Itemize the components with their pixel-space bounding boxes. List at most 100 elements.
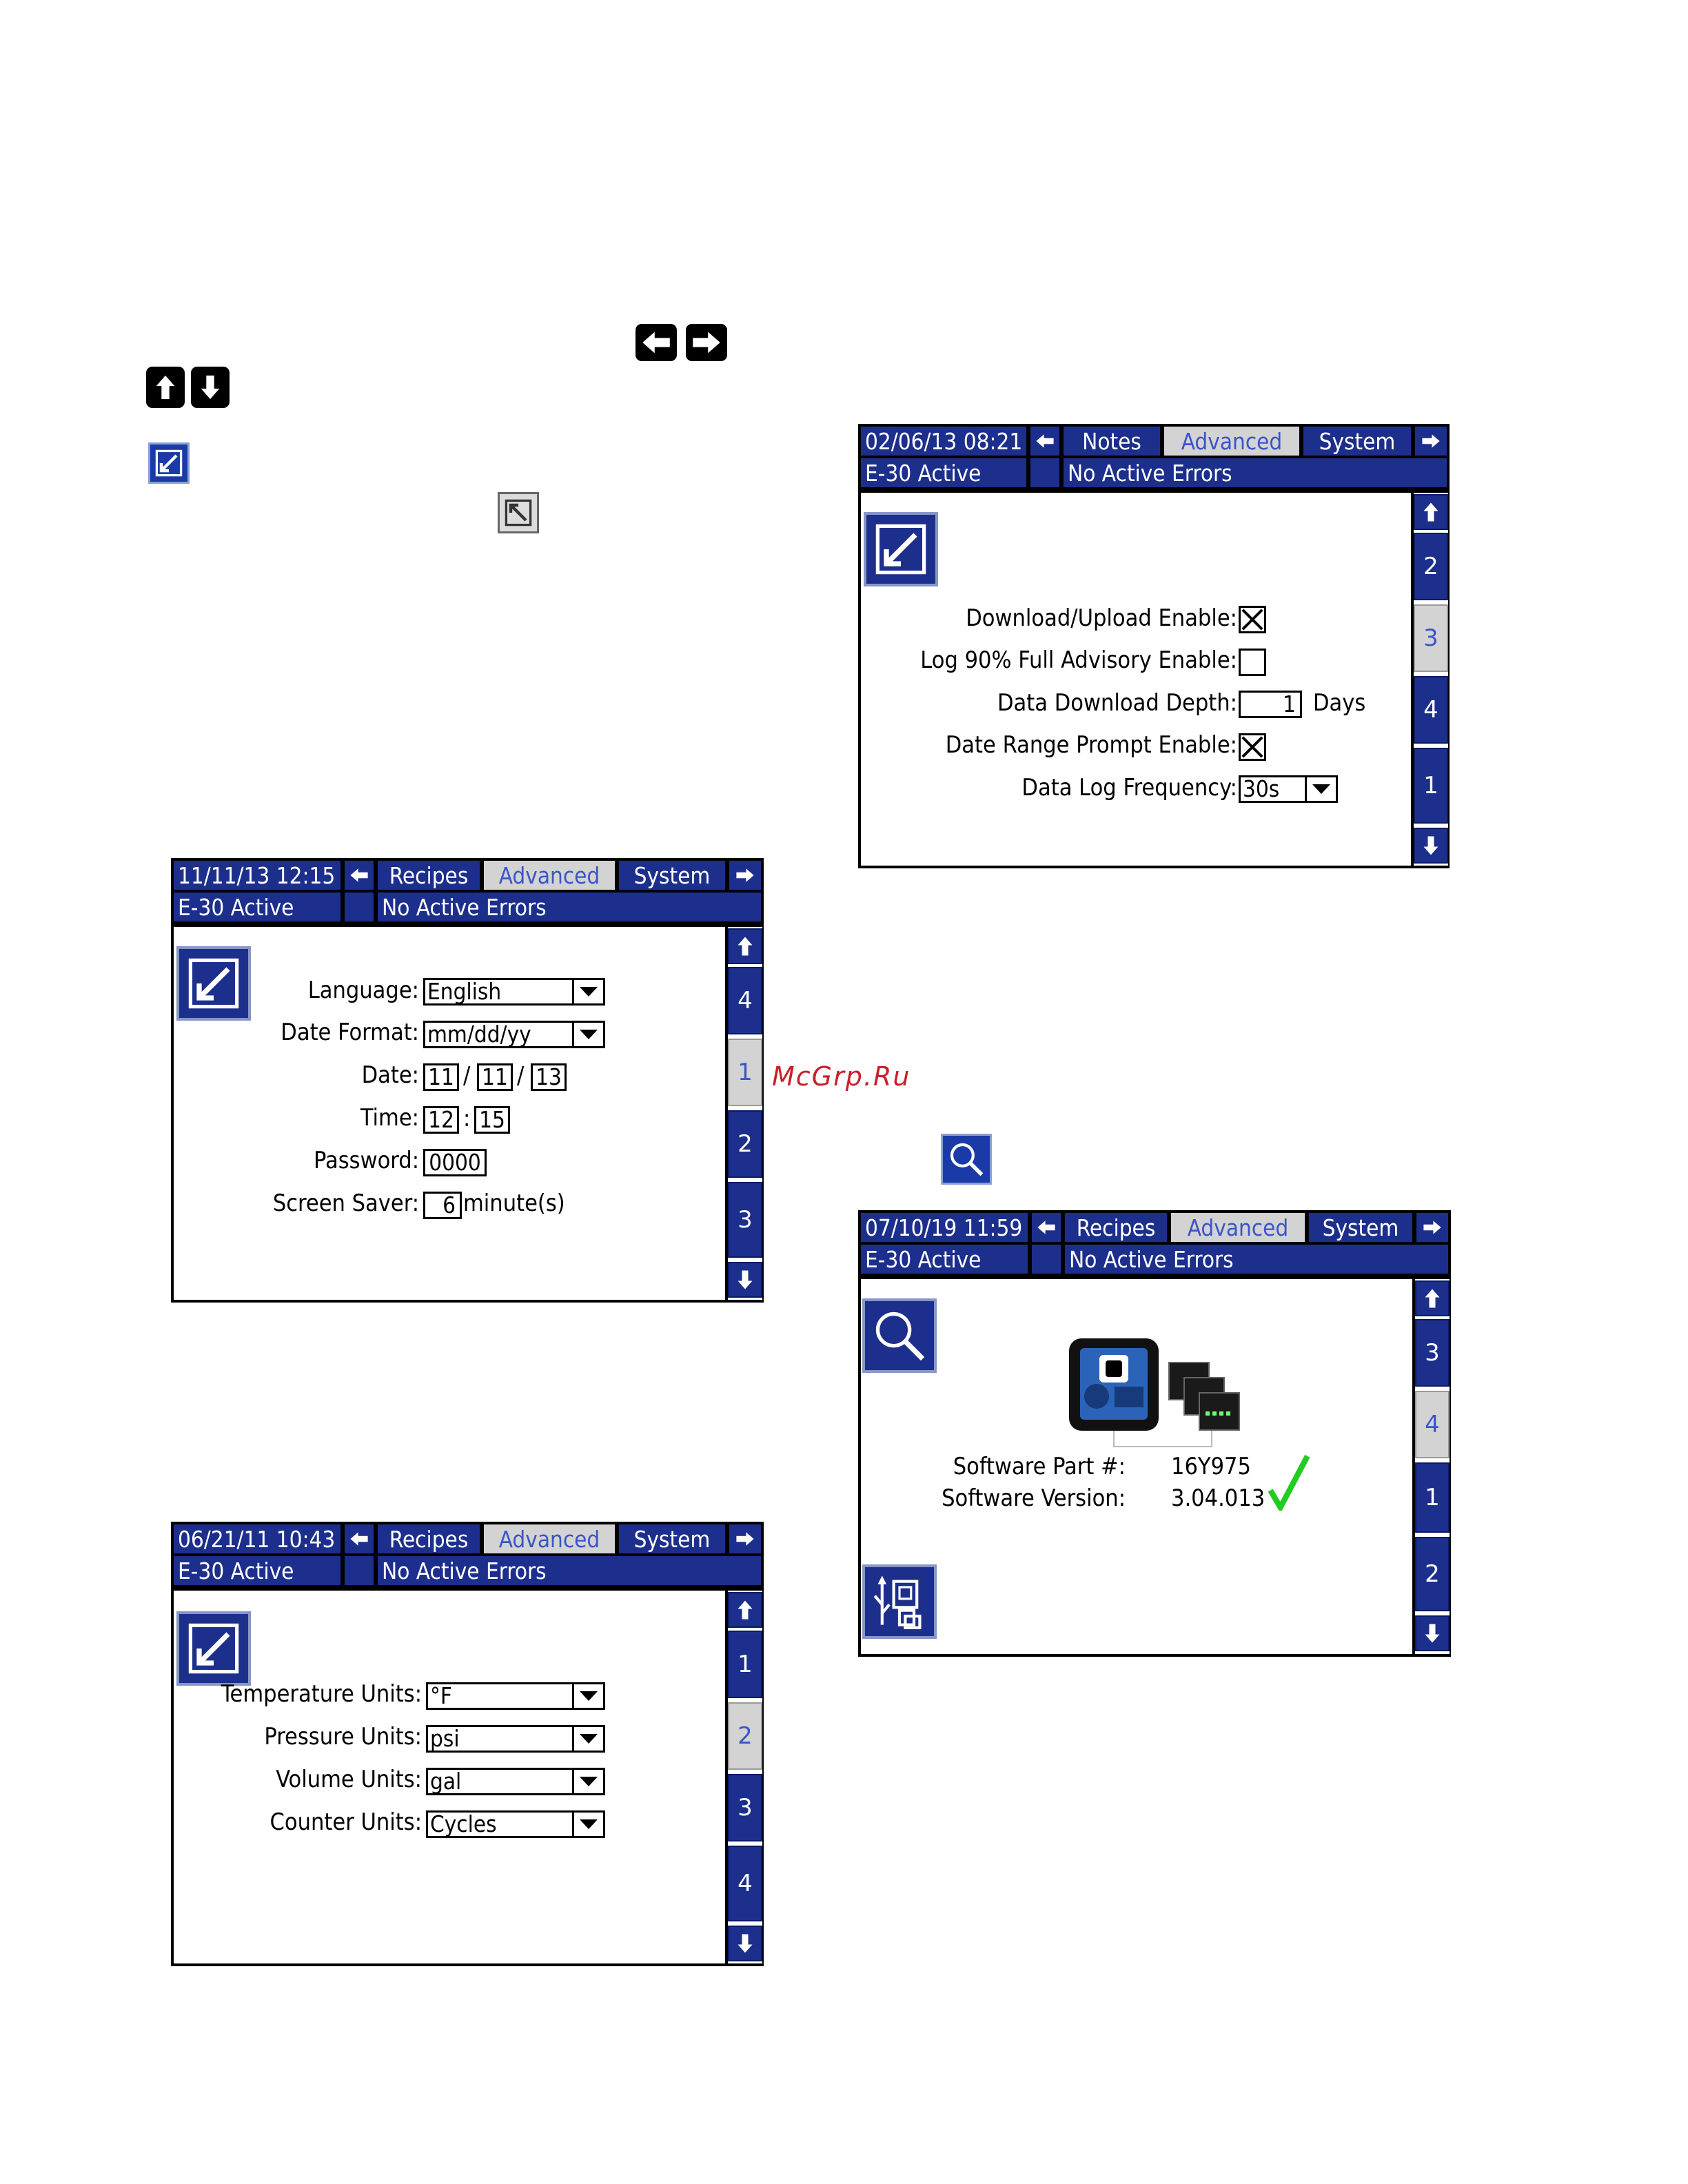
page-tab[interactable]: 4 xyxy=(728,1846,762,1921)
down-arrow-key-icon xyxy=(191,367,230,408)
page-tab[interactable]: 3 xyxy=(1415,1319,1450,1387)
edit-screen-icon[interactable] xyxy=(176,1611,251,1686)
tab-notes[interactable]: Notes xyxy=(1064,427,1160,456)
date-day-input[interactable]: 11 xyxy=(477,1063,513,1091)
page-up-arrow-icon[interactable] xyxy=(728,1592,762,1628)
header-datetime: 06/21/11 10:43 xyxy=(174,1524,340,1553)
page-up-arrow-icon[interactable] xyxy=(728,928,762,964)
status-errors: No Active Errors xyxy=(1065,1245,1448,1274)
date-year-input[interactable]: 13 xyxy=(531,1063,567,1091)
header-datetime: 11/11/13 12:15 xyxy=(174,861,340,890)
page-up-arrow-icon[interactable] xyxy=(1415,1280,1450,1316)
tab-recipes[interactable]: Recipes xyxy=(378,1524,480,1553)
download-upload-checkbox[interactable] xyxy=(1239,606,1266,633)
tab-system[interactable]: System xyxy=(619,861,725,890)
depth-input[interactable]: 1 xyxy=(1239,691,1302,718)
tab-left-arrow-icon[interactable] xyxy=(345,1524,374,1553)
page-tab[interactable]: 2 xyxy=(1414,533,1448,600)
chevron-down-icon xyxy=(1305,777,1336,801)
tab-advanced[interactable]: Advanced xyxy=(1171,1213,1305,1242)
page-down-arrow-icon[interactable] xyxy=(1415,1615,1450,1651)
software-version-value: 3.04.013 xyxy=(1171,1484,1265,1512)
temperature-units-select[interactable]: °F xyxy=(426,1682,605,1710)
time-hour-input[interactable]: 12 xyxy=(423,1106,459,1134)
depth-unit: Days xyxy=(1313,689,1366,717)
pressure-units-select[interactable]: psi xyxy=(426,1725,605,1753)
tab-system[interactable]: System xyxy=(1309,1213,1412,1242)
volume-units-value: gal xyxy=(430,1768,462,1795)
page-down-arrow-icon[interactable] xyxy=(728,1926,762,1961)
checkmark-icon xyxy=(1268,1454,1310,1511)
password-input[interactable]: 0000 xyxy=(423,1149,487,1176)
screensaver-input[interactable]: 6 xyxy=(423,1192,462,1219)
date-month-input[interactable]: 11 xyxy=(423,1063,459,1091)
screen-body xyxy=(861,493,1411,866)
module-connector xyxy=(1113,1431,1212,1447)
chevron-down-icon xyxy=(572,1023,603,1046)
page-tab[interactable]: 4 xyxy=(1414,676,1448,744)
edit-screen-icon[interactable] xyxy=(176,946,251,1021)
page-up-arrow-icon[interactable] xyxy=(1414,494,1448,530)
page-tab[interactable]: 1 xyxy=(1415,1462,1450,1533)
tab-recipes[interactable]: Recipes xyxy=(378,861,480,890)
chevron-down-icon xyxy=(572,1727,603,1751)
chevron-down-icon xyxy=(572,980,603,1003)
tab-advanced[interactable]: Advanced xyxy=(484,861,615,890)
status-blank xyxy=(345,892,374,921)
tab-right-arrow-icon[interactable] xyxy=(729,1524,761,1553)
pressure-units-label: Pressure Units: xyxy=(264,1723,422,1751)
volume-units-label: Volume Units: xyxy=(276,1766,422,1793)
tab-left-arrow-icon[interactable] xyxy=(1030,427,1059,456)
status-errors: No Active Errors xyxy=(378,1556,761,1585)
tab-system[interactable]: System xyxy=(619,1524,725,1553)
exit-edit-icon xyxy=(498,492,539,533)
depth-label: Data Download Depth: xyxy=(997,689,1237,717)
tab-right-arrow-icon[interactable] xyxy=(729,861,761,890)
tab-right-arrow-icon[interactable] xyxy=(1415,427,1447,456)
tab-advanced[interactable]: Advanced xyxy=(1164,427,1299,456)
counter-units-select[interactable]: Cycles xyxy=(426,1810,605,1838)
chevron-down-icon xyxy=(572,1684,603,1708)
tab-recipes[interactable]: Recipes xyxy=(1065,1213,1167,1242)
temperature-units-value: °F xyxy=(430,1682,452,1709)
usb-icon[interactable] xyxy=(862,1564,937,1639)
date-format-label: Date Format: xyxy=(281,1019,419,1046)
page-tab[interactable]: 3 xyxy=(728,1774,762,1841)
range-prompt-checkbox[interactable] xyxy=(1239,733,1266,761)
status-errors: No Active Errors xyxy=(1064,458,1447,487)
chevron-down-icon xyxy=(572,1813,603,1836)
page-tab-selected[interactable]: 3 xyxy=(1414,604,1448,672)
log-freq-select[interactable]: 30s xyxy=(1239,775,1338,803)
screen-advanced-3: 02/06/13 08:21 Notes Advanced System E-3… xyxy=(858,424,1450,868)
edit-screen-icon[interactable] xyxy=(864,512,938,586)
page-tab[interactable]: 4 xyxy=(728,967,762,1034)
language-label: Language: xyxy=(307,977,419,1004)
status-blank xyxy=(1032,1245,1061,1274)
page-tab[interactable]: 1 xyxy=(728,1631,762,1698)
time-minute-input[interactable]: 15 xyxy=(474,1106,510,1134)
page-tab[interactable]: 2 xyxy=(728,1110,762,1178)
volume-units-select[interactable]: gal xyxy=(426,1768,605,1795)
page-down-arrow-icon[interactable] xyxy=(728,1262,762,1298)
log-freq-label: Data Log Frequency: xyxy=(1021,774,1237,802)
magnifier-icon xyxy=(941,1134,992,1185)
date-format-select[interactable]: mm/dd/yy xyxy=(423,1021,605,1048)
tab-left-arrow-icon[interactable] xyxy=(345,861,374,890)
date-separator: / xyxy=(463,1062,471,1090)
tab-left-arrow-icon[interactable] xyxy=(1032,1213,1061,1242)
page-tab[interactable]: 3 xyxy=(728,1182,762,1258)
tab-right-arrow-icon[interactable] xyxy=(1416,1213,1448,1242)
page-down-arrow-icon[interactable] xyxy=(1414,828,1448,864)
tab-system[interactable]: System xyxy=(1303,427,1411,456)
page-tab-selected[interactable]: 1 xyxy=(728,1039,762,1106)
tab-advanced[interactable]: Advanced xyxy=(484,1524,615,1553)
page-tab-selected[interactable]: 4 xyxy=(1415,1391,1450,1458)
screensaver-label: Screen Saver: xyxy=(272,1190,419,1217)
log90-checkbox[interactable] xyxy=(1239,649,1266,676)
magnifier-icon[interactable] xyxy=(862,1298,937,1373)
page-tab[interactable]: 1 xyxy=(1414,748,1448,824)
page-tab-selected[interactable]: 2 xyxy=(728,1702,762,1770)
language-select[interactable]: English xyxy=(423,978,605,1006)
page-tab[interactable]: 2 xyxy=(1415,1537,1450,1611)
pressure-units-value: psi xyxy=(430,1725,460,1752)
